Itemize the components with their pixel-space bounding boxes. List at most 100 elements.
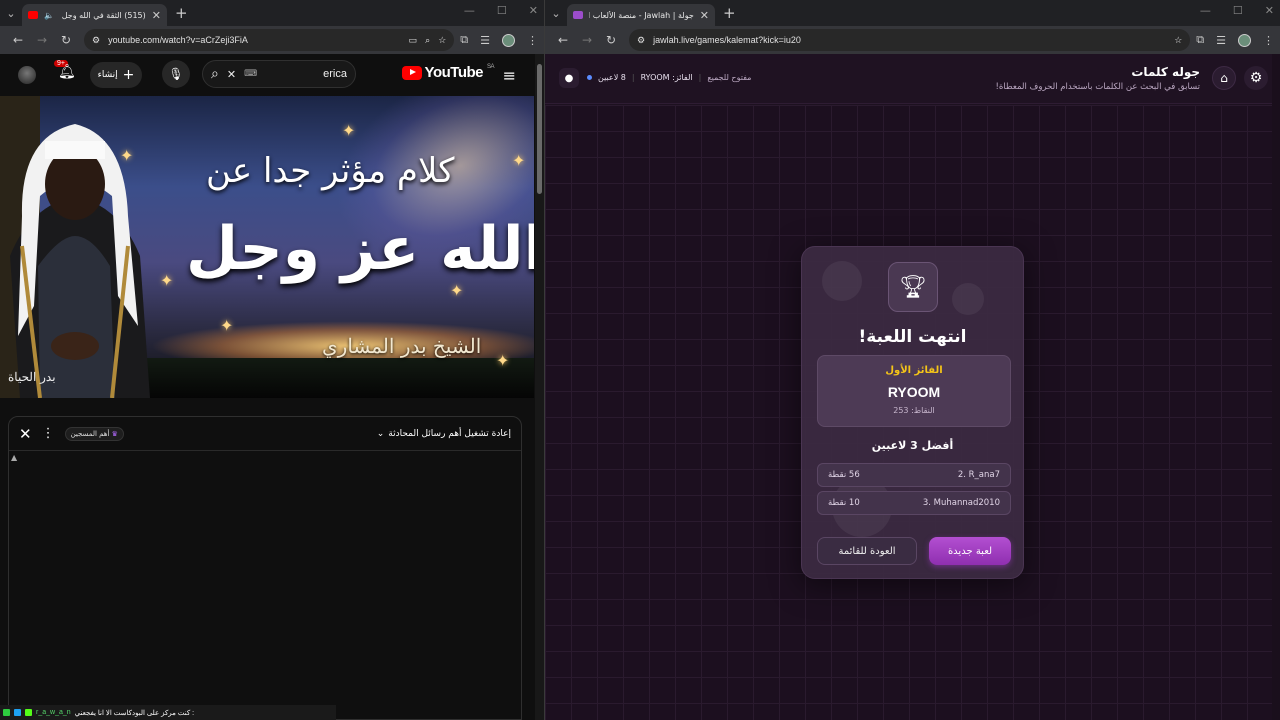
chevron-down-icon: ⌄ xyxy=(376,428,385,439)
window-controls: — ☐ ✕ xyxy=(1200,4,1274,17)
chat-toggle-button[interactable]: ● xyxy=(559,68,579,88)
game-header: ⚙ ⌂ جوله كلمات تسابق في البحث عن الكلمات… xyxy=(545,54,1280,104)
audio-icon[interactable]: 🔈 xyxy=(44,11,54,20)
new-game-button[interactable]: لعبة جديدة xyxy=(929,537,1011,565)
youtube-play-icon xyxy=(401,65,422,80)
menu-icon[interactable]: ⋮ xyxy=(527,34,538,47)
reading-list-icon[interactable]: ☰ xyxy=(1216,34,1226,47)
minimize-icon[interactable]: — xyxy=(1200,4,1211,17)
page-scrollbar[interactable] xyxy=(535,54,544,720)
separator: | xyxy=(631,73,635,82)
home-button[interactable]: ⌂ xyxy=(1212,66,1236,90)
minimize-icon[interactable]: — xyxy=(464,4,475,17)
create-label: إنشاء xyxy=(97,70,118,80)
mic-icon: 🎙︎ xyxy=(168,67,184,81)
back-icon[interactable]: ← xyxy=(6,33,30,47)
leaderboard-row: 10 نقطة 3. Muhannad2010 xyxy=(817,491,1011,515)
window-controls: — ☐ ✕ xyxy=(464,4,538,17)
extensions-icon[interactable]: ⧉ xyxy=(460,33,468,47)
game-status: مفتوح للجميع | الفائز: RYOOM | 8 لاعبين xyxy=(587,73,751,82)
user-avatar[interactable] xyxy=(18,66,36,84)
youtube-wordmark: YouTube xyxy=(424,64,484,81)
kick-icon xyxy=(25,709,32,716)
bookmark-star-icon[interactable]: ☆ xyxy=(1174,35,1182,46)
search-icon[interactable]: ⌕ xyxy=(211,66,219,82)
bookmark-star-icon[interactable]: ☆ xyxy=(438,35,446,46)
reload-icon[interactable]: ↻ xyxy=(54,33,78,47)
star-icon: ✦ xyxy=(160,271,174,290)
url-text: jawlah.live/games/kalemat?kick=iu20 xyxy=(653,35,801,45)
tab-search-icon[interactable]: ⌄ xyxy=(545,3,567,23)
reload-icon[interactable]: ↻ xyxy=(599,33,623,47)
scrollbar-thumb[interactable] xyxy=(537,64,542,194)
tab-youtube[interactable]: 🔈 (515) الثقة في الله وجل نا ✕ xyxy=(22,4,167,26)
star-icon: ✦ xyxy=(512,151,526,170)
youtube-browser-window: ⌄ 🔈 (515) الثقة في الله وجل نا ✕ + — ☐ ✕… xyxy=(0,0,544,720)
address-bar: ← → ↻ ⚙ youtube.com/watch?v=aCrZeji3FiA … xyxy=(0,26,544,54)
site-info-icon[interactable]: ⚙ xyxy=(637,35,645,46)
bell-icon[interactable]: 🔔︎ xyxy=(58,64,76,80)
address-bar: ← → ↻ ⚙ jawlah.live/games/kalemat?kick=i… xyxy=(545,26,1280,54)
forward-icon[interactable]: → xyxy=(575,33,599,47)
maximize-icon[interactable]: ☐ xyxy=(497,4,507,17)
platform-icon xyxy=(3,709,10,716)
search-box[interactable]: ⌕ ✕ ⌨ erica xyxy=(202,60,356,88)
page-scrollbar[interactable] xyxy=(1272,54,1280,720)
new-tab-button[interactable]: + xyxy=(175,4,188,22)
url-text: youtube.com/watch?v=aCrZeji3FiA xyxy=(108,35,248,45)
browser-toolbar: ⧉ ☰ ⋮ xyxy=(1196,33,1274,47)
badge-icon xyxy=(14,709,21,716)
jawlah-browser-window: ⌄ جولة | Jawlah - منصة الألعاب الك ✕ + —… xyxy=(545,0,1280,720)
profile-avatar[interactable] xyxy=(1238,33,1251,47)
home-icon: ⌂ xyxy=(1220,71,1228,85)
trophy-icon: 🏆︎ xyxy=(888,262,938,312)
winner-label: الفائز الأول xyxy=(885,365,943,376)
voice-search-button[interactable]: 🎙︎ xyxy=(162,60,190,88)
maximize-icon[interactable]: ☐ xyxy=(1233,4,1243,17)
cast-icon[interactable]: ▭ xyxy=(409,35,418,46)
video-title-line2: الله عز وجل xyxy=(186,214,534,284)
zoom-icon[interactable]: ⌕ xyxy=(425,35,430,46)
menu-icon[interactable]: ⋮ xyxy=(1263,34,1274,47)
keyboard-icon[interactable]: ⌨ xyxy=(244,69,257,79)
chat-menu-icon[interactable]: ⋮ xyxy=(42,426,55,441)
close-window-icon[interactable]: ✕ xyxy=(1265,4,1274,17)
extensions-icon[interactable]: ⧉ xyxy=(1196,33,1204,47)
search-input[interactable]: erica xyxy=(265,68,347,80)
member-chip-label: أهم المسجين xyxy=(70,429,110,438)
close-window-icon[interactable]: ✕ xyxy=(529,4,538,17)
settings-button[interactable]: ⚙ xyxy=(1244,66,1268,90)
winner-points: النقاط: 253 xyxy=(893,406,935,415)
reading-list-icon[interactable]: ☰ xyxy=(480,34,490,47)
plus-icon: + xyxy=(122,67,135,83)
url-field[interactable]: ⚙ youtube.com/watch?v=aCrZeji3FiA ▭ ⌕ ☆ xyxy=(84,29,455,51)
online-dot-icon xyxy=(587,75,592,80)
new-tab-button[interactable]: + xyxy=(723,4,736,22)
tab-search-icon[interactable]: ⌄ xyxy=(0,3,22,23)
scroll-up-icon[interactable]: ▲ xyxy=(11,453,17,462)
member-chip[interactable]: ♛ أهم المسجين xyxy=(64,426,124,441)
site-info-icon[interactable]: ⚙ xyxy=(92,35,100,46)
back-to-menu-button[interactable]: العودة للقائمة xyxy=(817,537,917,565)
ticker-username: r_a_w_a_n xyxy=(36,709,71,716)
forward-icon[interactable]: → xyxy=(30,33,54,47)
row-player: 2. R_ana7 xyxy=(957,470,1000,480)
close-tab-icon[interactable]: ✕ xyxy=(152,9,161,22)
create-button[interactable]: إنشاء + xyxy=(90,62,142,88)
row-player: 3. Muhannad2010 xyxy=(922,498,1000,508)
guide-menu-icon[interactable]: ≡ xyxy=(503,66,516,85)
chat-mode-select[interactable]: إعادة تشغيل أهم رسائل المحادثة ⌄ xyxy=(377,429,511,439)
gear-icon: ⚙ xyxy=(1249,70,1263,86)
back-icon[interactable]: ← xyxy=(551,33,575,47)
game-title: جوله كلمات xyxy=(1131,65,1200,79)
close-tab-icon[interactable]: ✕ xyxy=(700,9,709,22)
profile-avatar[interactable] xyxy=(502,33,515,47)
star-icon: ✦ xyxy=(342,121,356,140)
clear-search-icon[interactable]: ✕ xyxy=(227,68,236,81)
video-player[interactable]: ✦ ✦ ✦ ✦ ✦ ✦ ✦ كلام مؤثر جدا عن الله عز و… xyxy=(0,96,534,398)
url-field[interactable]: ⚙ jawlah.live/games/kalemat?kick=iu20 ☆ xyxy=(629,29,1191,51)
tab-jawlah[interactable]: جولة | Jawlah - منصة الألعاب الك ✕ xyxy=(567,4,715,26)
close-chat-icon[interactable]: ✕ xyxy=(19,425,32,443)
youtube-logo[interactable]: YouTube SA xyxy=(401,64,495,81)
stream-ticker: r_a_w_a_n : كنت مركز على البودكاست الا ا… xyxy=(0,705,336,720)
